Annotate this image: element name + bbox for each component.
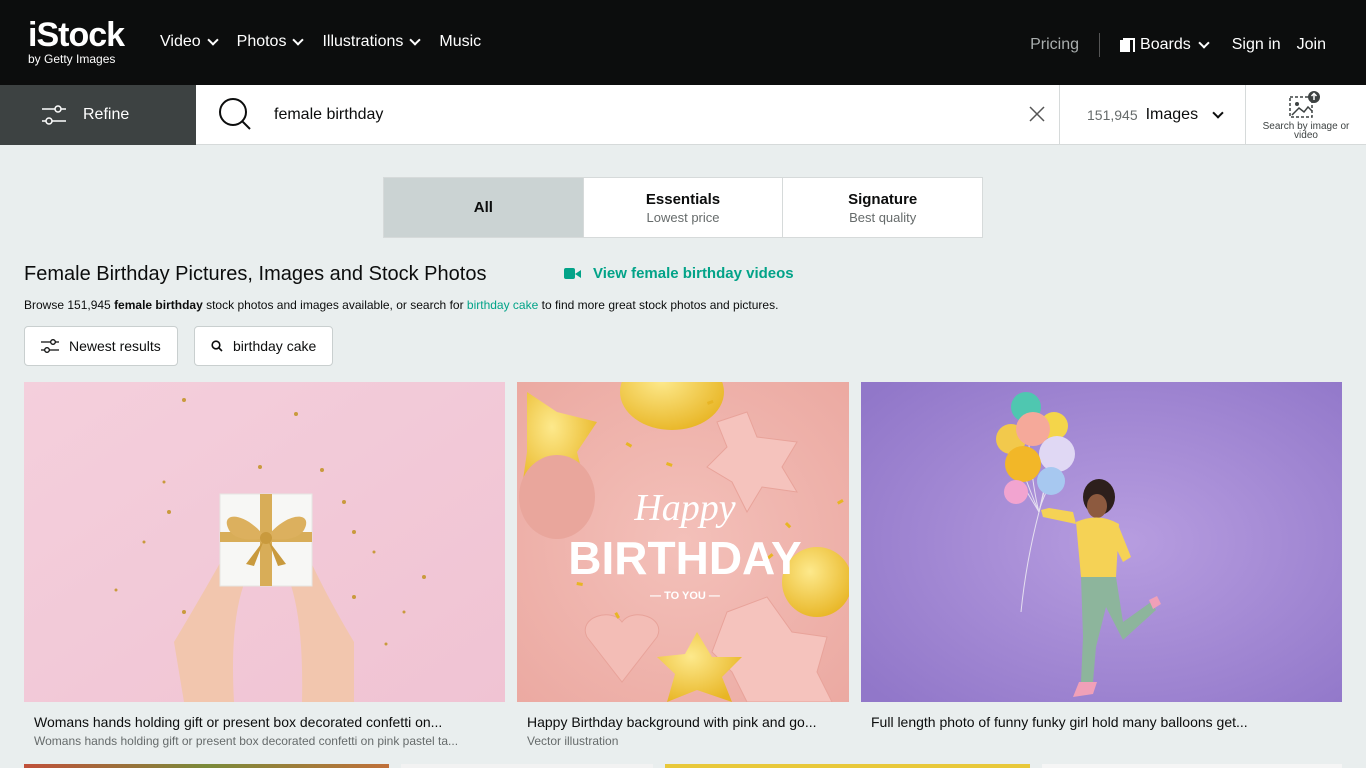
tab-title: Signature xyxy=(848,190,918,208)
istock-logo[interactable]: iStock by Getty Images xyxy=(28,16,125,66)
result-image-peek[interactable] xyxy=(665,764,1030,768)
media-type-select[interactable]: 151,945 Images xyxy=(1087,106,1224,124)
search-bar: Refine 151,945 Images Search by image or… xyxy=(0,85,1366,145)
result-card[interactable]: Happy BIRTHDAY — TO YOU — Happy Birthday… xyxy=(517,382,849,748)
chevron-down-icon xyxy=(292,34,305,46)
refine-label: Refine xyxy=(83,106,130,123)
boards-menu[interactable]: Boards xyxy=(1120,36,1210,54)
result-image-birthday-balloons[interactable]: Happy BIRTHDAY — TO YOU — xyxy=(517,382,849,702)
browse-middle: stock photos and images available, or se… xyxy=(202,298,467,312)
tab-all[interactable]: All xyxy=(384,178,584,237)
result-image-peek[interactable] xyxy=(401,764,653,768)
related-search-pill[interactable]: birthday cake xyxy=(194,326,334,366)
result-image-peek[interactable] xyxy=(1042,764,1342,768)
nav-photos-label: Photos xyxy=(236,33,287,50)
chevron-down-icon xyxy=(1198,37,1210,49)
boards-label: Boards xyxy=(1140,36,1191,53)
sort-newest-button[interactable]: Newest results xyxy=(24,326,178,366)
view-videos-link[interactable]: View female birthday videos xyxy=(564,265,794,282)
video-camera-icon xyxy=(564,268,581,279)
search-icon xyxy=(211,340,223,352)
result-count: 151,945 xyxy=(1087,107,1138,123)
image-upload-icon xyxy=(1289,91,1320,118)
main-menu: Video Photos Illustrations Music xyxy=(160,33,481,51)
license-tabs: All Essentials Lowest price Signature Be… xyxy=(383,177,983,238)
search-by-image-label: Search by image or video xyxy=(1262,121,1350,141)
boards-icon xyxy=(1120,38,1136,52)
nav-illustrations-label: Illustrations xyxy=(322,33,404,50)
browse-suffix: to find more great stock photos and pict… xyxy=(538,298,779,312)
pricing-link[interactable]: Pricing xyxy=(1030,36,1079,54)
divider xyxy=(1059,85,1060,145)
search-input[interactable] xyxy=(274,103,994,127)
artwork-to-you-text: — TO YOU — xyxy=(650,590,720,602)
tab-title: Essentials xyxy=(645,190,721,208)
browse-prefix: Browse 151,945 xyxy=(24,298,115,312)
media-type-label: Images xyxy=(1145,106,1199,123)
search-icon xyxy=(219,98,251,130)
result-image-gift-box[interactable] xyxy=(24,382,505,702)
top-navigation: iStock by Getty Images Video Photos Illu… xyxy=(0,0,1366,85)
nav-music-label: Music xyxy=(439,33,482,50)
tab-signature[interactable]: Signature Best quality xyxy=(783,178,982,237)
artwork-happy-text: Happy xyxy=(633,487,735,529)
sliders-icon xyxy=(41,339,59,353)
sign-in-link[interactable]: Sign in xyxy=(1232,36,1281,54)
nav-illustrations[interactable]: Illustrations xyxy=(322,33,422,51)
nav-photos[interactable]: Photos xyxy=(236,33,305,51)
result-subtitle: Vector illustration xyxy=(527,734,619,748)
refine-button[interactable]: Refine xyxy=(0,85,196,145)
nav-video-label: Video xyxy=(160,33,201,50)
result-subtitle: Womans hands holding gift or present box… xyxy=(34,734,459,748)
chevron-down-icon xyxy=(206,34,219,46)
logo-wordmark: iStock xyxy=(28,16,125,54)
nav-video[interactable]: Video xyxy=(160,33,219,51)
sliders-icon xyxy=(42,105,66,125)
artwork-birthday-text: BIRTHDAY xyxy=(568,532,801,584)
result-title: Happy Birthday background with pink and … xyxy=(527,714,817,730)
result-image-girl-balloons[interactable] xyxy=(861,382,1342,702)
search-by-image-button[interactable]: Search by image or video xyxy=(1246,85,1366,145)
result-title: Womans hands holding gift or present box… xyxy=(34,714,443,730)
nav-divider xyxy=(1099,33,1101,57)
tab-essentials[interactable]: Essentials Lowest price xyxy=(584,178,784,237)
browse-description: Browse 151,945 female birthday stock pho… xyxy=(24,298,778,312)
sort-newest-label: Newest results xyxy=(69,338,161,354)
logo-tagline: by Getty Images xyxy=(28,52,116,66)
nav-music[interactable]: Music xyxy=(439,33,481,51)
result-image-peek[interactable] xyxy=(24,764,389,768)
view-videos-label: View female birthday videos xyxy=(593,265,794,282)
close-icon[interactable] xyxy=(1028,105,1046,123)
join-link[interactable]: Join xyxy=(1297,36,1326,54)
browse-query: female birthday xyxy=(114,298,203,312)
result-card[interactable]: Full length photo of funny funky girl ho… xyxy=(861,382,1342,734)
related-search-link[interactable]: birthday cake xyxy=(467,298,538,312)
tab-title: All xyxy=(473,199,493,216)
tab-subtitle: Lowest price xyxy=(646,209,720,225)
result-card[interactable]: Womans hands holding gift or present box… xyxy=(24,382,505,748)
account-menu: Pricing Boards Sign in Join xyxy=(1030,33,1326,57)
chevron-down-icon xyxy=(1212,107,1224,119)
page-title: Female Birthday Pictures, Images and Sto… xyxy=(24,263,487,285)
result-title: Full length photo of funny funky girl ho… xyxy=(871,714,1248,730)
tab-subtitle: Best quality xyxy=(849,209,917,225)
related-search-label: birthday cake xyxy=(233,338,317,354)
chevron-down-icon xyxy=(409,34,422,46)
